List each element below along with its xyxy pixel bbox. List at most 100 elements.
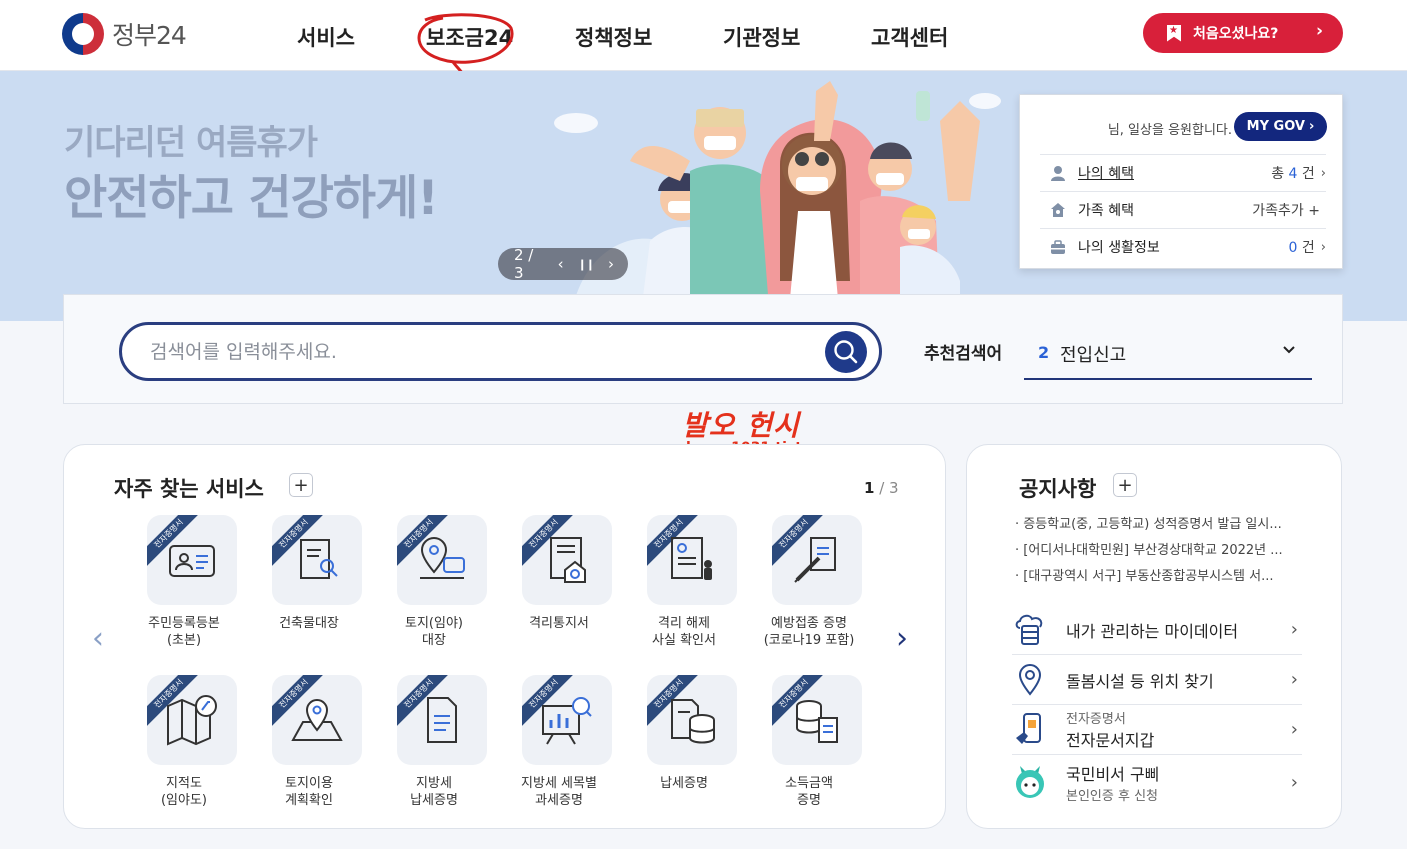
service-tile: 전자증명서 [272,675,362,765]
mygov-button[interactable]: MY GOV › [1234,112,1327,141]
search-button[interactable] [825,331,867,373]
service-cadastral-map[interactable]: 전자증명서 지적도 (임야도) [129,675,239,809]
mydata-link[interactable]: 내가 관리하는 마이데이터 › [1012,605,1302,655]
chevron-left-icon[interactable]: ‹ [558,255,564,273]
chevron-down-icon [1283,346,1295,354]
cloud-database-icon [1012,612,1048,648]
coin-document-icon [796,700,838,743]
recommended-keyword: 전입신고 [1060,345,1127,366]
frequent-services-title: 자주 찾는 서비스 [114,477,264,501]
mygov-greeting: 님, 일상을 응원합니다. [1107,123,1232,138]
service-name: 격리 해제 사실 확인서 [652,616,716,648]
mygov-row-family-benefits[interactable]: 가족 혜택 가족추가 + [1040,191,1326,228]
mygov-row-label: 나의 혜택 [1078,166,1134,182]
mygov-row-label: 가족 혜택 [1078,203,1134,219]
service-tax-payment[interactable]: 전자증명서 납세증명 [629,675,739,792]
e-document-wallet-text: 전자증명서 전자문서지갑 [1066,708,1291,751]
mygov-row-label: 나의 생활정보 [1078,240,1160,256]
mydata-label: 내가 관리하는 마이데이터 [1066,621,1239,641]
recommended-search-dropdown[interactable]: 2 전입신고 [1024,329,1312,380]
recommended-rank: 2 [1038,343,1050,362]
first-visit-label: 처음오셨나요? [1193,26,1279,42]
chevron-right-icon[interactable]: › [608,255,614,273]
service-quarantine-notice[interactable]: 전자증명서 격리통지서 [504,515,614,632]
plus-icon[interactable]: + [1113,473,1137,497]
search-box [119,322,882,381]
plus-icon[interactable]: + [289,473,313,497]
service-land-register[interactable]: 전자증명서 토지(임야) 대장 [379,515,489,649]
chevron-right-icon: › [1320,165,1326,181]
release-document-icon [671,537,712,580]
nav-policy-info[interactable]: 정책정보 [575,22,652,52]
service-vaccination-certificate[interactable]: 전자증명서 예방접종 증명 (코로나19 포함) [754,515,864,649]
chevron-right-icon: › [1290,771,1298,793]
document-icon [427,697,457,743]
service-tile: 전자증명서 [522,675,612,765]
bookmark-icon [1167,24,1181,42]
service-quarantine-release[interactable]: 전자증명서 격리 해제 사실 확인서 [629,515,739,649]
service-land-use-plan[interactable]: 전자증명서 토지이용 계획확인 [254,675,364,809]
chevron-right-icon[interactable]: › [896,621,908,656]
service-local-tax-payment[interactable]: 전자증명서 지방세 납세증명 [379,675,489,809]
service-name: 지방세 납세증명 [410,776,458,808]
e-document-wallet-label: 전자문서지갑 [1066,731,1155,750]
home-icon [1050,202,1066,218]
syringe-document-icon [794,537,836,583]
service-name: 예방접종 증명 (코로나19 포함) [763,616,855,648]
banner-title: 안전하고 건강하게! [64,171,439,226]
chevron-left-icon[interactable]: ‹ [92,621,104,656]
add-family-link[interactable]: 가족추가 + [1252,200,1320,220]
search-input[interactable] [150,336,790,368]
logo-text: 정부24 [112,21,187,50]
id-card-icon [169,545,215,577]
mygov-row-value: 총 4 건 [1271,166,1315,182]
notice-item[interactable]: · 증등학교(중, 고등학교) 성적증명서 발급 일시... [1015,513,1295,532]
mygov-row-life-info[interactable]: 나의 생활정보 0 건 › [1040,228,1326,265]
pause-icon[interactable]: ❙❙ [578,258,595,271]
logo[interactable]: 정부24 [62,13,187,55]
frequent-services-card: 자주 찾는 서비스 + 1 / 3 ‹ › 전자증명서 주민등록등본 (초본) 전… [63,444,946,829]
service-tile: 전자증명서 [272,515,362,605]
summer-vacation-illustration [554,81,1001,321]
nav-service[interactable]: 서비스 [297,22,355,52]
service-resident-registration[interactable]: 전자증명서 주민등록등본 (초본) [129,515,239,649]
map-pin-icon [291,699,343,741]
service-tile: 전자증명서 [147,515,237,605]
mygov-button-label: MY GOV [1246,119,1305,134]
notice-card: 공지사항 + · 증등학교(중, 고등학교) 성적증명서 발급 일시... · … [966,444,1342,829]
nav-customer-center[interactable]: 고객센터 [871,22,948,52]
first-visit-button[interactable]: 처음오셨나요? › [1143,13,1343,53]
service-tile: 전자증명서 [772,675,862,765]
watermark-signature: 발오 헌시 [682,409,800,442]
e-document-wallet-link[interactable]: 전자증명서 전자문서지갑 › [1012,705,1302,755]
briefcase-icon [1050,239,1066,255]
service-name: 토지(임야) 대장 [405,616,463,648]
national-secretary-gubbi-link[interactable]: 국민비서 구삐 본인인증 후 신청 › [1012,757,1302,807]
service-building-register[interactable]: 전자증명서 건축물대장 [254,515,364,632]
document-search-icon [300,539,338,579]
mygov-panel: 님, 일상을 응원합니다. MY GOV › 나의 혜택 총 4 건 › 가족 … [1019,94,1343,269]
chevron-right-icon: › [1315,21,1323,41]
search-icon [834,340,858,364]
service-income-certificate[interactable]: 전자증명서 소득금액 증명 [754,675,864,809]
banner-pager: 2 / 3 ‹ ❙❙ › [498,246,628,282]
banner-subtitle: 기다리던 여름휴가 [64,123,318,163]
frequent-services-pager: 1 / 3 [864,479,899,497]
gubbi-sublabel: 본인인증 후 신청 [1066,788,1158,804]
care-facility-finder-link[interactable]: 돌봄시설 등 위치 찾기 › [1012,655,1302,705]
notice-item[interactable]: · [어디서나대학민원] 부산경상대학교 2022년 ... [1015,539,1295,558]
mygov-row-my-benefits[interactable]: 나의 혜택 총 4 건 › [1040,154,1326,191]
service-name: 지방세 세목별 과세증명 [521,776,597,808]
phone-wallet-icon [1012,712,1048,748]
care-facility-label: 돌봄시설 등 위치 찾기 [1066,671,1214,691]
person-icon [1050,165,1066,181]
coin-stack-document-icon [671,699,715,744]
service-name: 격리통지서 [529,616,589,631]
nav-subsidy24[interactable]: 보조금24 [426,22,513,52]
notice-item[interactable]: · [대구광역시 서구] 부동산종합공부시스템 서... [1015,565,1295,584]
service-local-tax-itemized[interactable]: 전자증명서 지방세 세목별 과세증명 [504,675,614,809]
banner-page-indicator: 2 / 3 [514,246,534,282]
service-tile: 전자증명서 [147,675,237,765]
service-name: 소득금액 증명 [785,776,833,808]
nav-agency-info[interactable]: 기관정보 [723,22,800,52]
